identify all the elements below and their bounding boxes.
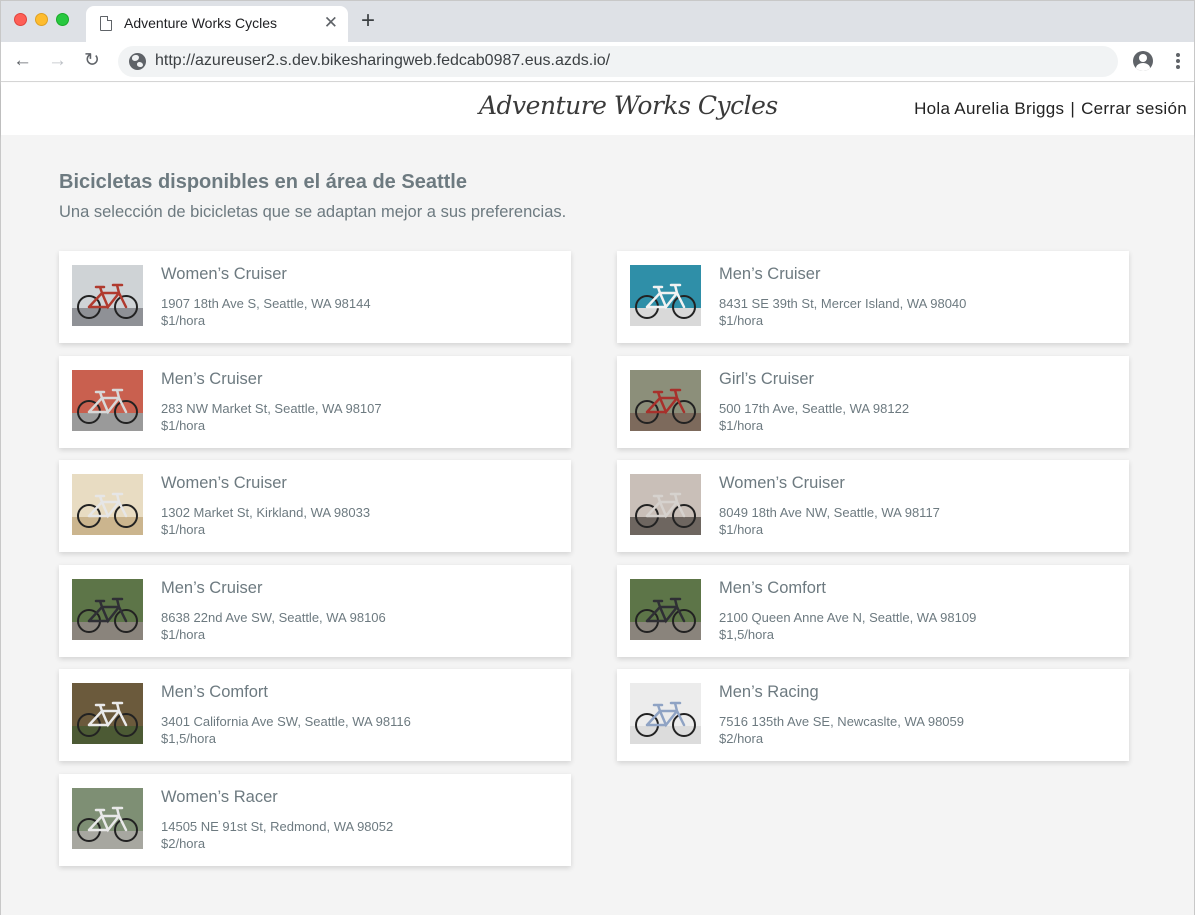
bike-card[interactable]: Women’s Racer 14505 NE 91st St, Redmond, … xyxy=(59,774,571,866)
bike-photo[interactable] xyxy=(630,474,701,535)
forward-arrow-icon[interactable]: → xyxy=(48,51,67,71)
bicycle-icon xyxy=(77,283,138,319)
bike-address: 500 17th Ave, Seattle, WA 98122 xyxy=(719,401,910,416)
bike-card[interactable]: Men’s Comfort 3401 California Ave SW, Sea… xyxy=(59,669,571,761)
bike-address: 8638 22nd Ave SW, Seattle, WA 98106 xyxy=(161,610,386,625)
bicycle-icon xyxy=(77,597,138,633)
bike-price: $1/hora xyxy=(161,522,206,537)
bike-card[interactable]: Girl’s Cruiser 500 17th Ave, Seattle, WA … xyxy=(617,356,1129,448)
bike-photo[interactable] xyxy=(72,370,143,431)
bike-address: 8431 SE 39th St, Mercer Island, WA 98040 xyxy=(719,296,967,311)
nav-separator: | xyxy=(1070,99,1076,118)
document-icon xyxy=(100,16,112,31)
bike-address: 283 NW Market St, Seattle, WA 98107 xyxy=(161,401,382,416)
bike-address: 1302 Market St, Kirkland, WA 98033 xyxy=(161,505,371,520)
bike-price: $1/hora xyxy=(719,418,764,433)
bike-photo[interactable] xyxy=(630,265,701,326)
browser-toolbar: ← → ↻ http://azureuser2.s.dev.bikesharin… xyxy=(1,42,1194,82)
bike-price: $1,5/hora xyxy=(719,627,774,642)
bike-name[interactable]: Men’s Racing xyxy=(719,683,819,702)
kebab-menu-icon[interactable] xyxy=(1171,52,1185,70)
bike-name[interactable]: Men’s Comfort xyxy=(719,579,826,598)
bike-name[interactable]: Women’s Cruiser xyxy=(161,474,287,493)
browser-tabstrip: Adventure Works Cycles ✕ + xyxy=(1,1,1194,42)
bike-price: $1/hora xyxy=(719,522,764,537)
bike-photo[interactable] xyxy=(630,579,701,640)
reload-icon[interactable]: ↻ xyxy=(84,51,100,71)
new-tab-button[interactable]: + xyxy=(361,9,375,33)
bike-card[interactable]: Men’s Cruiser 8431 SE 39th St, Mercer Isl… xyxy=(617,251,1129,343)
back-arrow-icon[interactable]: ← xyxy=(13,51,32,71)
bicycle-icon xyxy=(77,806,138,842)
bike-address: 7516 135th Ave SE, Newcaslte, WA 98059 xyxy=(719,714,964,729)
bike-name[interactable]: Men’s Cruiser xyxy=(161,579,262,598)
close-tab-icon[interactable]: ✕ xyxy=(324,13,338,33)
bike-photo[interactable] xyxy=(630,683,701,744)
tab-title: Adventure Works Cycles xyxy=(124,15,278,31)
account-icon[interactable] xyxy=(1133,51,1153,71)
bike-card[interactable]: Men’s Comfort 2100 Queen Anne Ave N, Seat… xyxy=(617,565,1129,657)
bicycle-icon xyxy=(635,283,696,319)
minimize-window-button[interactable] xyxy=(35,13,48,26)
bike-photo[interactable] xyxy=(72,788,143,849)
bike-card[interactable]: Women’s Cruiser 1907 18th Ave S, Seattle,… xyxy=(59,251,571,343)
bike-price: $1,5/hora xyxy=(161,731,216,746)
bike-address: 2100 Queen Anne Ave N, Seattle, WA 98109 xyxy=(719,610,977,625)
url-text[interactable]: http://azureuser2.s.dev.bikesharingweb.f… xyxy=(155,52,610,70)
bike-address: 1907 18th Ave S, Seattle, WA 98144 xyxy=(161,296,371,311)
bicycle-icon xyxy=(635,597,696,633)
bike-name[interactable]: Women’s Cruiser xyxy=(719,474,845,493)
browser-tab[interactable]: Adventure Works Cycles ✕ xyxy=(86,6,348,42)
bike-card[interactable]: Women’s Cruiser 1302 Market St, Kirkland,… xyxy=(59,460,571,552)
bike-address: 3401 California Ave SW, Seattle, WA 9811… xyxy=(161,714,411,729)
globe-icon xyxy=(129,53,146,70)
bike-price: $2/hora xyxy=(161,836,206,851)
bike-name[interactable]: Women’s Cruiser xyxy=(161,265,287,284)
bike-price: $1/hora xyxy=(161,313,206,328)
page-title: Bicicletas disponibles en el área de Sea… xyxy=(59,171,467,193)
bike-address: 14505 NE 91st St, Redmond, WA 98052 xyxy=(161,819,394,834)
bicycle-icon xyxy=(77,492,138,528)
bike-price: $2/hora xyxy=(719,731,764,746)
bike-card[interactable]: Women’s Cruiser 8049 18th Ave NW, Seattle… xyxy=(617,460,1129,552)
bicycle-icon xyxy=(635,701,696,737)
bike-name[interactable]: Men’s Cruiser xyxy=(161,370,262,389)
user-greeting: Hola Aurelia Briggs xyxy=(914,99,1065,118)
bike-name[interactable]: Men’s Cruiser xyxy=(719,265,820,284)
page-subtitle: Una selección de bicicletas que se adapt… xyxy=(59,203,567,221)
bike-photo[interactable] xyxy=(72,474,143,535)
bike-price: $1/hora xyxy=(161,627,206,642)
site-logo[interactable]: Adventure Works Cycles xyxy=(479,91,778,120)
bike-photo[interactable] xyxy=(72,579,143,640)
bike-name[interactable]: Girl’s Cruiser xyxy=(719,370,814,389)
bicycle-icon xyxy=(635,492,696,528)
main-content: Bicicletas disponibles en el área de Sea… xyxy=(1,135,1194,915)
bike-price: $1/hora xyxy=(719,313,764,328)
bicycle-icon xyxy=(77,388,138,424)
bicycle-icon xyxy=(77,701,138,737)
bicycle-icon xyxy=(635,388,696,424)
site-header: Adventure Works Cycles Hola Aurelia Brig… xyxy=(1,83,1194,135)
bike-name[interactable]: Women’s Racer xyxy=(161,788,278,807)
close-window-button[interactable] xyxy=(14,13,27,26)
zoom-window-button[interactable] xyxy=(56,13,69,26)
logout-link[interactable]: Cerrar sesión xyxy=(1081,99,1187,118)
address-bar[interactable]: http://azureuser2.s.dev.bikesharingweb.f… xyxy=(118,46,1118,77)
bike-photo[interactable] xyxy=(630,370,701,431)
bike-price: $1/hora xyxy=(161,418,206,433)
bike-card[interactable]: Men’s Racing 7516 135th Ave SE, Newcaslte… xyxy=(617,669,1129,761)
bike-card[interactable]: Men’s Cruiser 8638 22nd Ave SW, Seattle, … xyxy=(59,565,571,657)
user-nav: Hola Aurelia Briggs | Cerrar sesión xyxy=(914,99,1187,119)
bike-name[interactable]: Men’s Comfort xyxy=(161,683,268,702)
bike-photo[interactable] xyxy=(72,265,143,326)
bike-photo[interactable] xyxy=(72,683,143,744)
bike-card[interactable]: Men’s Cruiser 283 NW Market St, Seattle, … xyxy=(59,356,571,448)
bike-address: 8049 18th Ave NW, Seattle, WA 98117 xyxy=(719,505,940,520)
